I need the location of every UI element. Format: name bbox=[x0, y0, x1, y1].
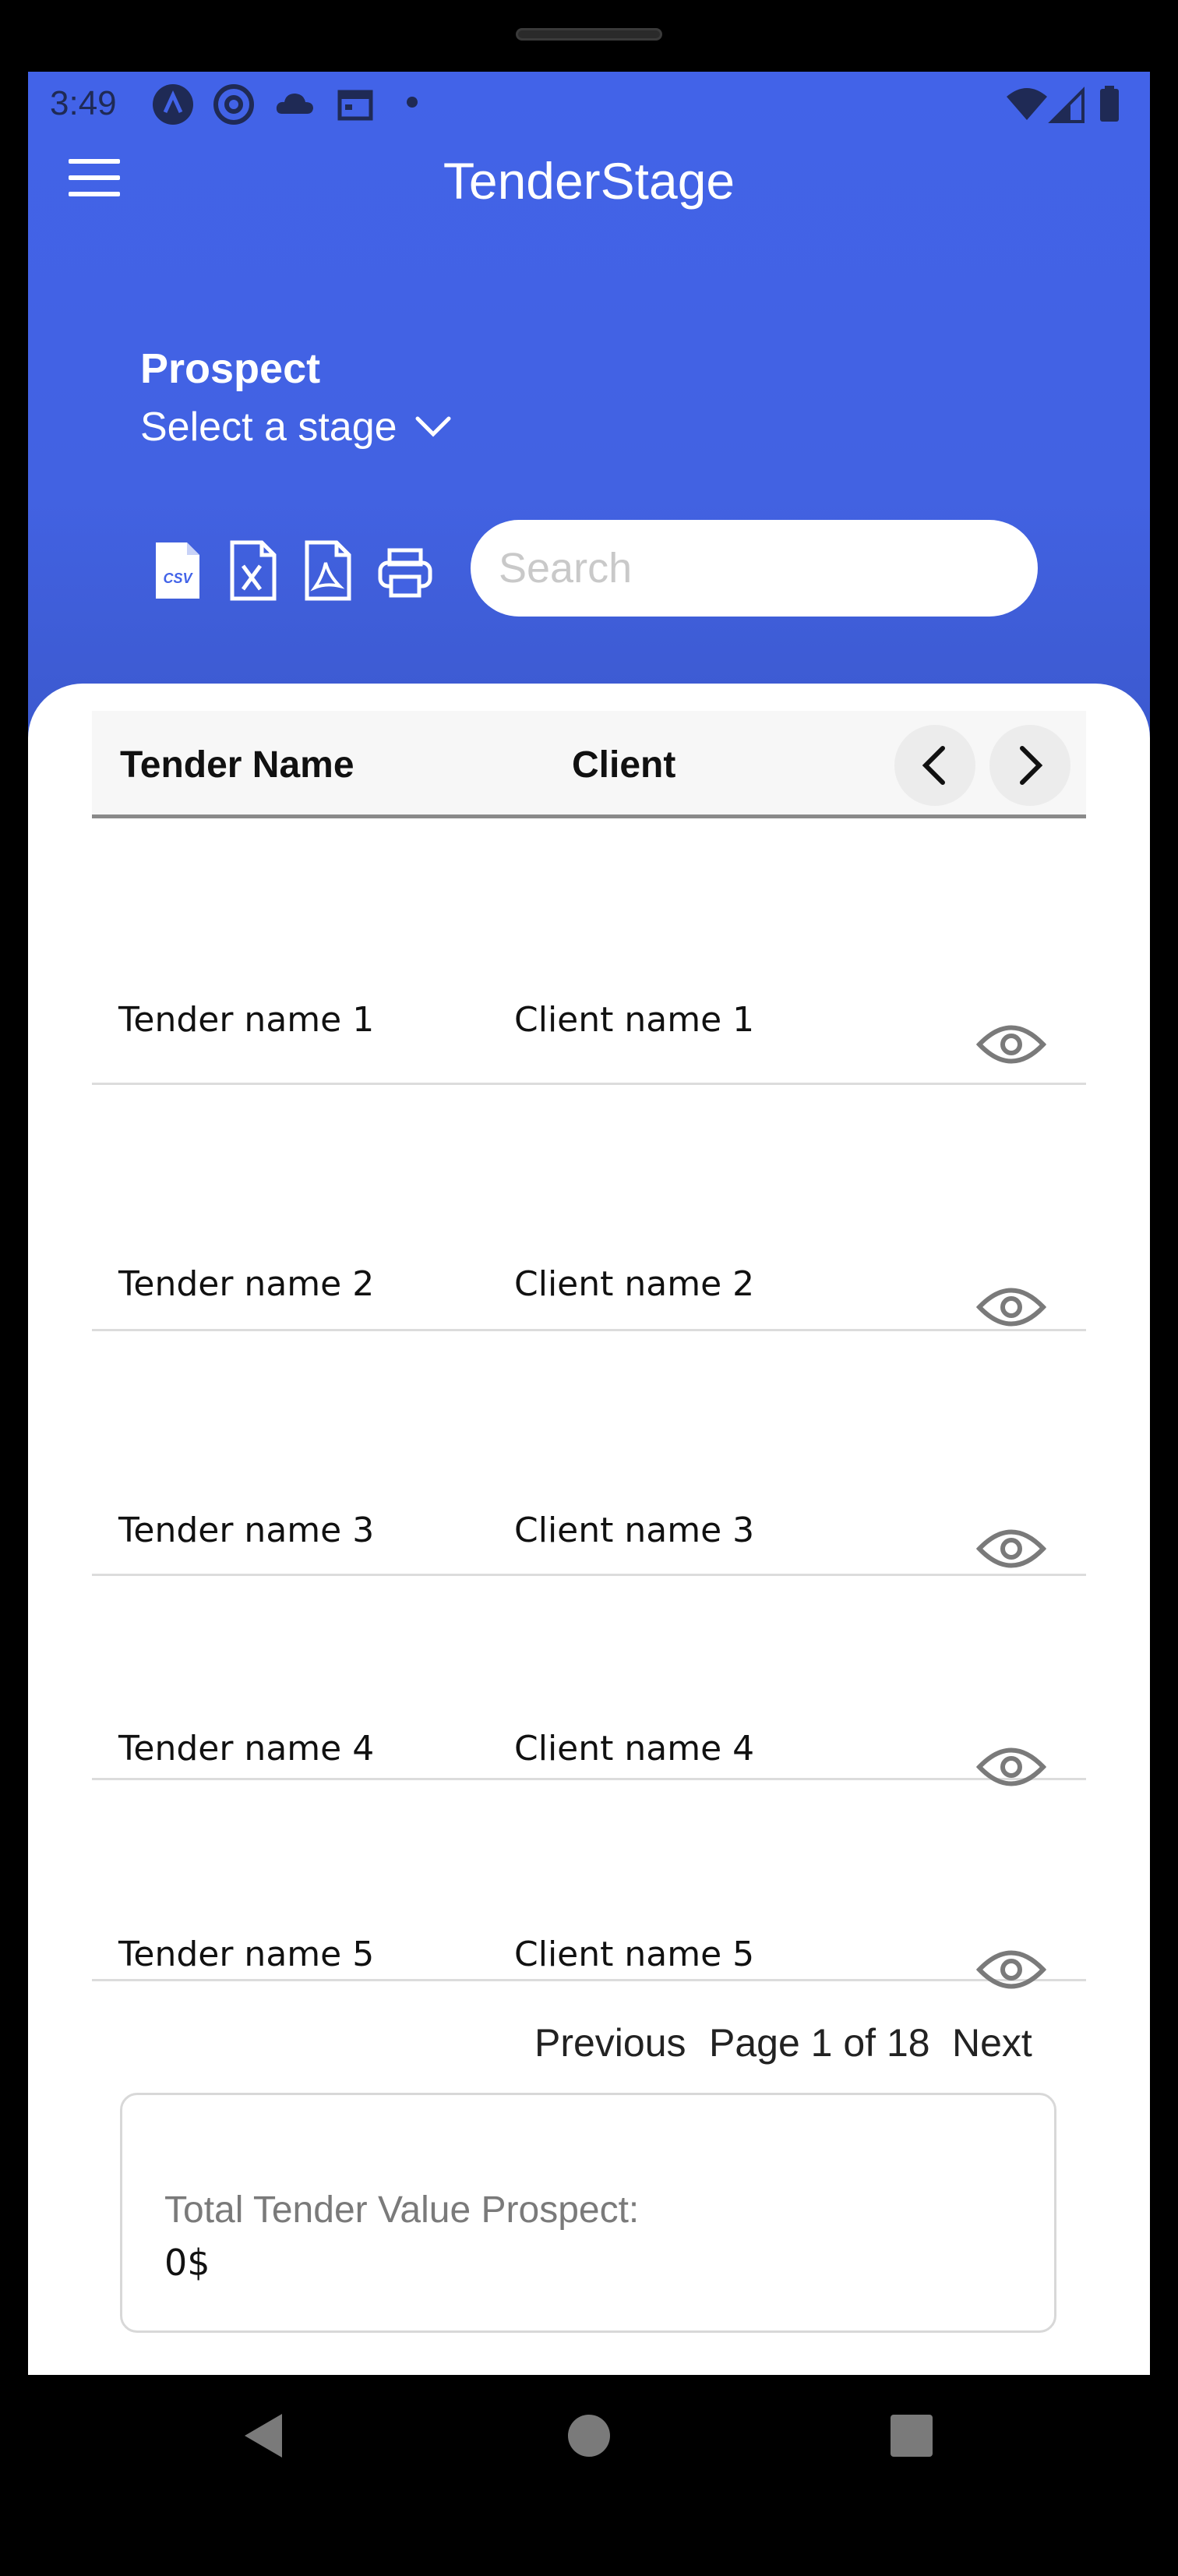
recents-square-icon[interactable] bbox=[890, 2414, 933, 2458]
table-row: Tender name 1 Client name 1 bbox=[92, 822, 1086, 1085]
tender-name-cell: Tender name 2 bbox=[118, 1264, 375, 1304]
stage-select-label: Select a stage bbox=[140, 405, 397, 450]
cloud-icon bbox=[276, 94, 313, 114]
client-name-cell: Client name 2 bbox=[514, 1264, 755, 1304]
stage-title: Prospect bbox=[140, 345, 321, 392]
table-header: Tender Name Client bbox=[92, 711, 1086, 818]
chevron-down-icon bbox=[415, 416, 451, 437]
calendar-icon bbox=[337, 90, 373, 121]
device-frame: 3:49 TenderStage Prospect Select a stage… bbox=[0, 0, 1178, 2576]
printer-icon[interactable] bbox=[377, 539, 433, 602]
scroll-right-button[interactable] bbox=[989, 725, 1070, 806]
view-eye-icon[interactable] bbox=[976, 1280, 1046, 1334]
page-indicator: Page 1 of 18 bbox=[709, 2021, 930, 2065]
app-title: TenderStage bbox=[443, 152, 735, 210]
stage-select-dropdown[interactable]: Select a stage bbox=[140, 404, 452, 451]
view-eye-icon[interactable] bbox=[976, 1942, 1046, 1997]
total-label: Total Tender Value Prospect: bbox=[164, 2189, 640, 2231]
view-eye-icon[interactable] bbox=[976, 1521, 1046, 1576]
table-row: Tender name 4 Client name 4 bbox=[92, 1576, 1086, 1786]
tender-name-cell: Tender name 5 bbox=[118, 1935, 375, 1974]
battery-icon bbox=[1100, 86, 1119, 122]
notification-dot-icon bbox=[407, 97, 418, 108]
next-page-button[interactable]: Next bbox=[952, 2020, 1032, 2065]
chevron-right-icon bbox=[1020, 746, 1043, 785]
speaker-grille bbox=[516, 28, 662, 41]
app-a-icon bbox=[153, 84, 193, 125]
back-triangle-icon[interactable] bbox=[243, 2412, 284, 2459]
csv-file-icon[interactable]: CSV bbox=[153, 539, 203, 602]
column-header-tender-name[interactable]: Tender Name bbox=[120, 744, 354, 786]
client-name-cell: Client name 3 bbox=[514, 1511, 755, 1550]
pdf-file-icon[interactable] bbox=[302, 539, 352, 602]
previous-page-button[interactable]: Previous bbox=[534, 2020, 686, 2065]
table-row: Tender name 2 Client name 2 bbox=[92, 1085, 1086, 1331]
column-header-client[interactable]: Client bbox=[572, 744, 675, 786]
search-input[interactable] bbox=[471, 520, 1038, 617]
view-eye-icon[interactable] bbox=[976, 1017, 1046, 1072]
table-row: Tender name 3 Client name 3 bbox=[92, 1331, 1086, 1576]
total-value: 0$ bbox=[164, 2242, 210, 2284]
table-row: Tender name 5 Client name 5 bbox=[92, 1780, 1086, 1989]
home-circle-icon[interactable] bbox=[567, 2414, 611, 2458]
total-value-box: Total Tender Value Prospect: 0$ bbox=[120, 2093, 1056, 2333]
chevron-left-icon bbox=[922, 746, 945, 785]
client-name-cell: Client name 5 bbox=[514, 1935, 755, 1974]
excel-file-icon[interactable] bbox=[227, 539, 277, 602]
wifi-icon bbox=[1007, 88, 1047, 120]
client-name-cell: Client name 4 bbox=[514, 1729, 755, 1769]
status-time: 3:49 bbox=[50, 84, 117, 122]
status-bar: 3:49 bbox=[28, 72, 1150, 142]
tender-name-cell: Tender name 1 bbox=[118, 1000, 375, 1040]
tender-name-cell: Tender name 3 bbox=[118, 1511, 375, 1550]
header-background: 3:49 TenderStage Prospect Select a stage… bbox=[28, 72, 1150, 773]
at-sign-icon bbox=[213, 84, 254, 125]
tender-name-cell: Tender name 4 bbox=[118, 1729, 375, 1769]
app-screen: 3:49 TenderStage Prospect Select a stage… bbox=[28, 72, 1150, 2375]
client-name-cell: Client name 1 bbox=[514, 1000, 755, 1040]
svg-text:CSV: CSV bbox=[163, 571, 193, 586]
system-nav-bar bbox=[0, 2375, 1178, 2531]
scroll-left-button[interactable] bbox=[894, 725, 975, 806]
signal-icon bbox=[1048, 87, 1085, 123]
